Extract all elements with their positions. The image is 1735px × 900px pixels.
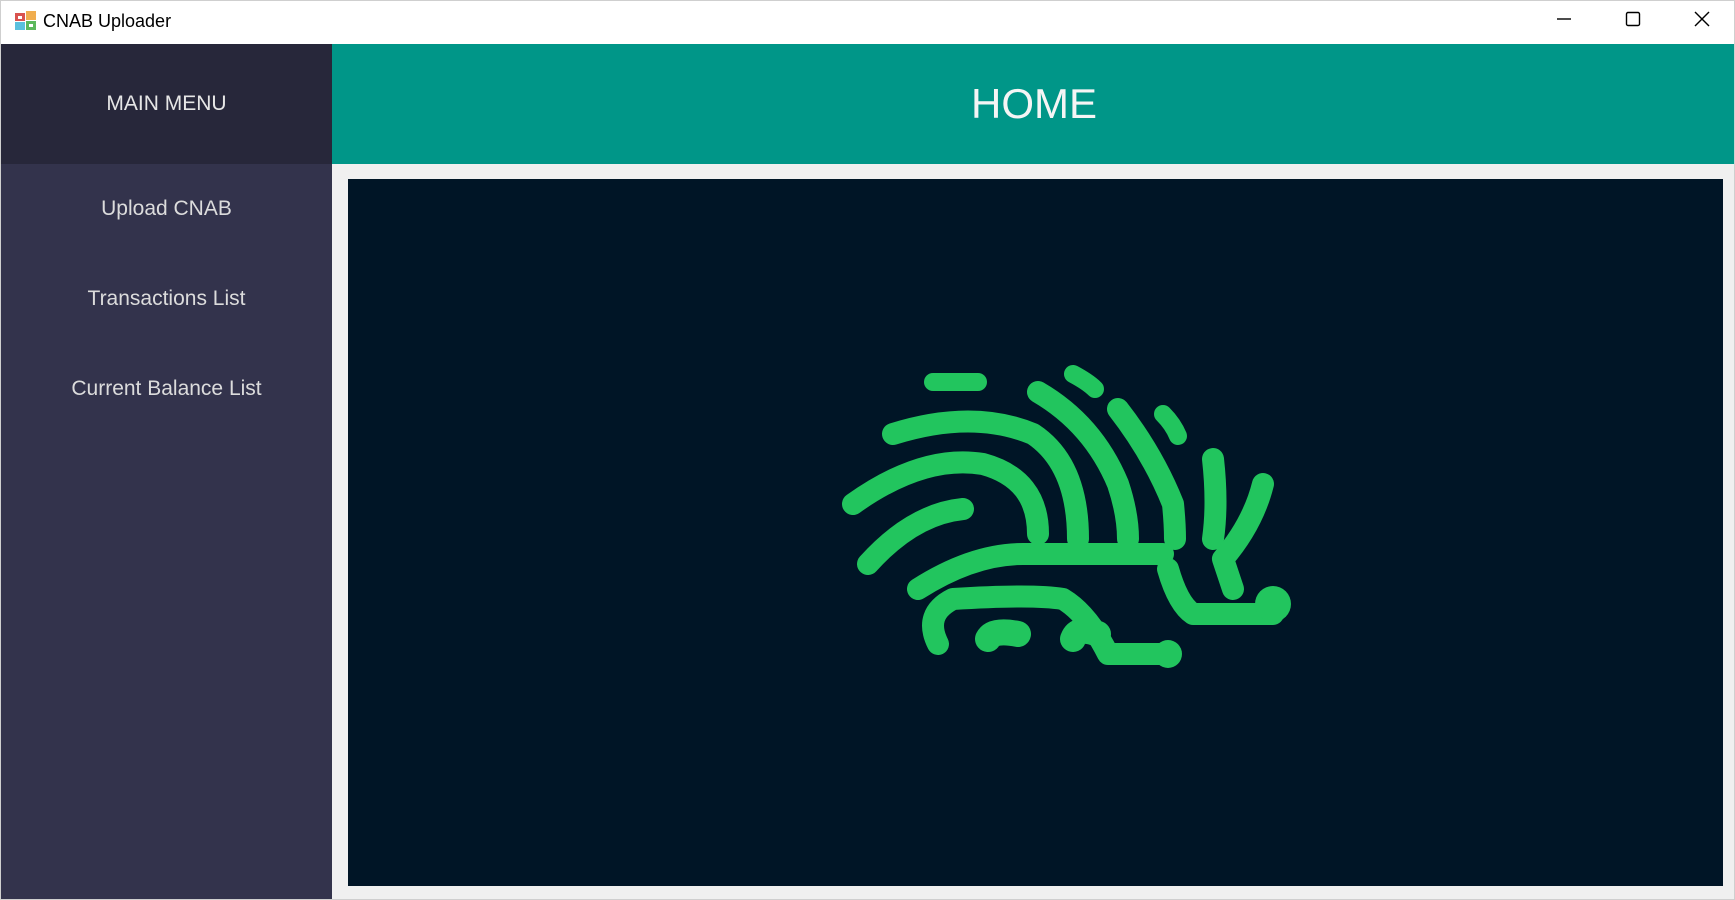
sidebar-header-label: MAIN MENU (106, 92, 227, 115)
maximize-button[interactable] (1598, 1, 1668, 41)
sidebar-item-label: Upload CNAB (101, 197, 232, 220)
close-icon (1694, 11, 1710, 32)
close-button[interactable] (1667, 1, 1734, 41)
sidebar-item-upload-cnab[interactable]: Upload CNAB (1, 179, 332, 239)
sidebar-item-transactions-list[interactable]: Transactions List (1, 269, 332, 329)
minimize-button[interactable] (1529, 1, 1599, 41)
sidebar-item-current-balance-list[interactable]: Current Balance List (1, 359, 332, 419)
logo-image-panel (348, 179, 1723, 886)
minimize-icon (1556, 11, 1572, 32)
app-icon (15, 11, 37, 31)
sidebar: MAIN MENU Upload CNAB Transactions List … (1, 44, 332, 899)
app-window: CNAB Uploader MAIN MENU Upload CNAB Tran… (0, 0, 1735, 900)
page-header: HOME (332, 44, 1734, 164)
sidebar-item-label: Current Balance List (71, 377, 262, 400)
maximize-icon (1625, 11, 1641, 32)
sidebar-item-label: Transactions List (87, 287, 246, 310)
sidebar-header: MAIN MENU (1, 44, 332, 164)
title-bar[interactable]: CNAB Uploader (1, 1, 1734, 44)
page-title: HOME (971, 80, 1097, 127)
content-area (332, 164, 1734, 899)
hedgehog-logo-icon (842, 365, 1291, 668)
window-title: CNAB Uploader (43, 11, 172, 31)
